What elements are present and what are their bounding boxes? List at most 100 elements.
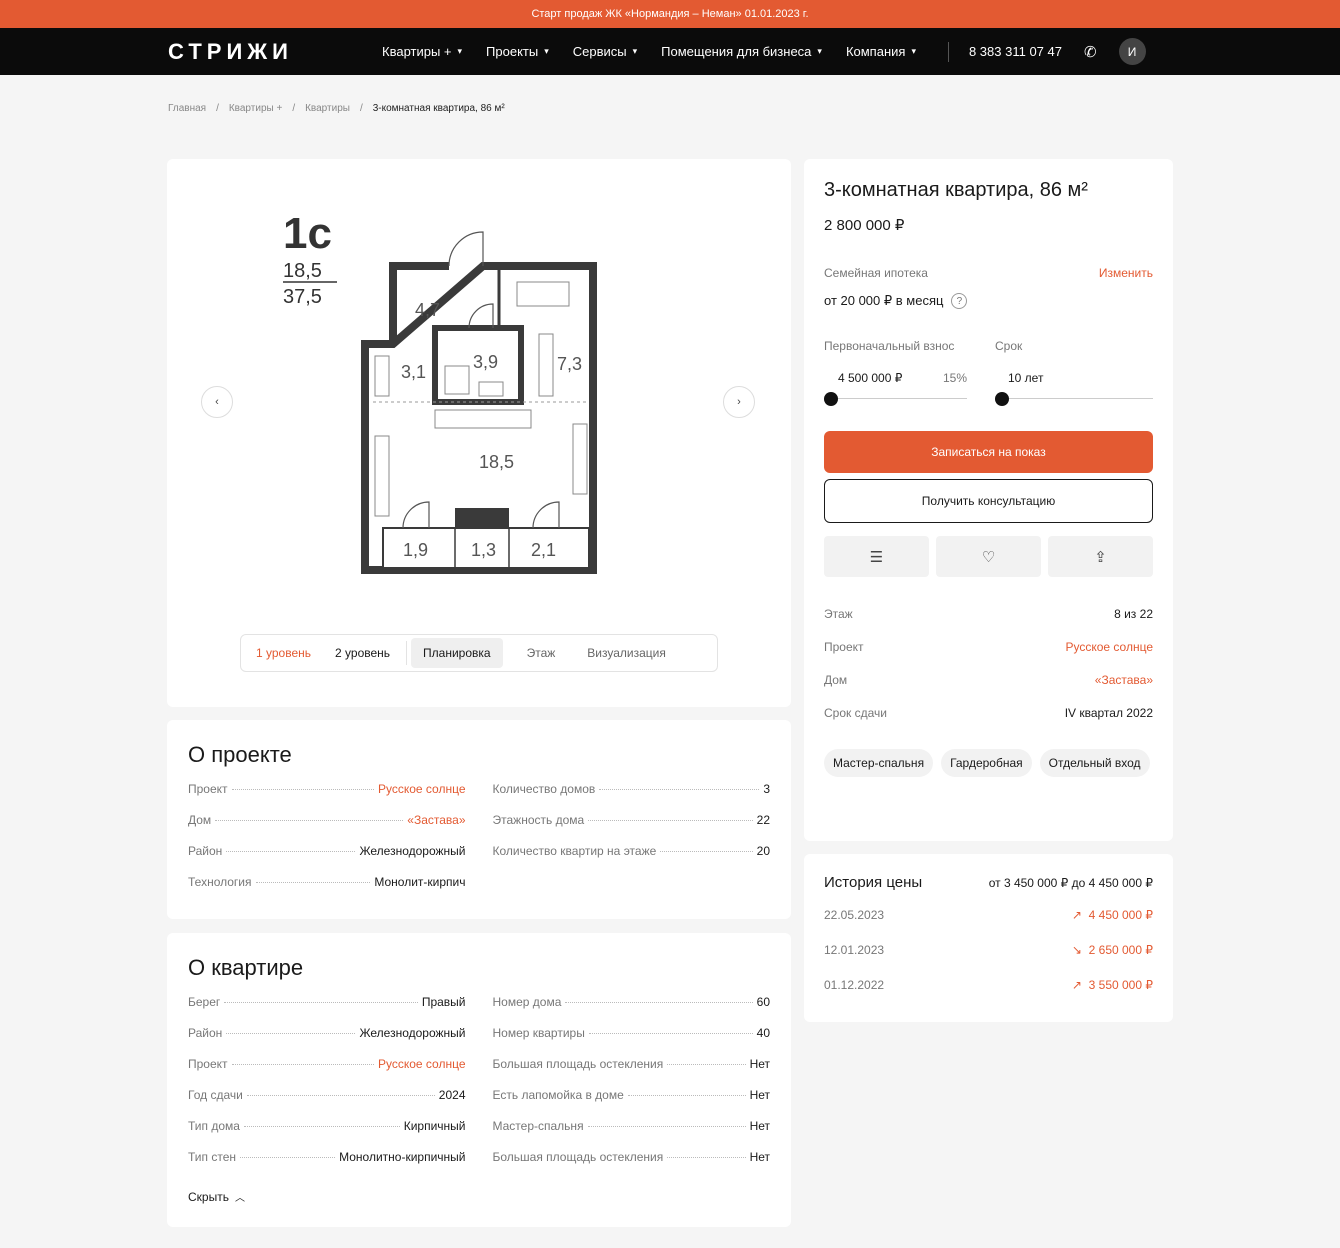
plan-area-total: 37,5 [283, 286, 322, 308]
tab-visualization[interactable]: Визуализация [575, 638, 678, 668]
detail-row: Проект Русское солнце [824, 639, 1153, 654]
menu-item-projects[interactable]: Проекты ▾ [486, 44, 549, 59]
tab-level-2[interactable]: 2 уровень [323, 638, 402, 668]
spec-row: Большая площадь остекления Нет [492, 1150, 771, 1164]
detail-row: Срок сдачи IV квартал 2022 [824, 705, 1153, 720]
flat-price: 2 800 000 ₽ [824, 217, 905, 234]
detail-row: Этаж 8 из 22 [824, 606, 1153, 621]
phone-number[interactable]: 8 383 311 07 47 [969, 44, 1062, 59]
chevron-down-icon: ▾ [632, 46, 638, 56]
tag: Гардеробная [941, 749, 1032, 777]
book-viewing-button[interactable]: Записаться на показ [824, 431, 1153, 473]
slider-handle[interactable] [824, 392, 838, 406]
nav-divider [947, 41, 949, 62]
arrow-up-icon: ↗ [1071, 907, 1082, 922]
room-label: 3,1 [401, 362, 426, 382]
phone-icon[interactable]: ✆ [1084, 43, 1097, 61]
room-label: 18,5 [479, 452, 514, 472]
spec-row: Номер дома 60 [492, 995, 771, 1009]
chevron-left-icon: ‹ [215, 396, 219, 408]
slider-handle[interactable] [995, 392, 1009, 406]
spec-row: Район Железнодорожный [188, 1026, 466, 1040]
heart-icon: ♡ [981, 548, 996, 566]
menu-item-company[interactable]: Компания ▾ [846, 44, 916, 59]
spec-row: Количество квартир на этаже 20 [492, 844, 771, 858]
menu-item-business[interactable]: Помещения для бизнеса ▾ [661, 44, 822, 59]
breadcrumb: Главная / Квартиры + / Квартиры/ 3-комнатн… [168, 103, 505, 114]
room-label: 7,3 [557, 354, 582, 374]
chevron-down-icon: ▾ [817, 46, 822, 56]
detail-row: Дом «Застава» [824, 672, 1153, 687]
tab-level-1[interactable]: 1 уровень [244, 638, 323, 668]
menu-item-services[interactable]: Сервисы ▾ [573, 44, 637, 59]
top-nav: СТРИЖИ Квартиры + ▾ Проекты ▾ Сервисы ▾ Пом… [0, 28, 1340, 75]
plan-tabs: 1 уровень 2 уровень Планировка Этаж Визу… [240, 634, 718, 672]
spec-row: Район Железнодорожный [188, 844, 466, 858]
room-label: 2,1 [531, 540, 556, 560]
avatar[interactable]: И [1118, 38, 1146, 65]
plan-card: ‹ › 1с 18,5 37,5 4,7 3,9 3,1 7,3 18,5 1,… [167, 159, 791, 707]
flat-title: 3-комнатная квартира, 86 м² [824, 179, 1088, 201]
about-project-title: О проекте [188, 742, 292, 767]
term-value: 10 лет [1008, 371, 1044, 385]
down-payment-label: Первоначальный взнос [824, 339, 955, 353]
chevron-down-icon: ▾ [544, 46, 549, 56]
next-button[interactable]: › [723, 386, 755, 418]
tag: Мастер-спальня [824, 749, 934, 777]
favorite-button[interactable]: ♡ [936, 536, 1041, 577]
mortgage-label: Семейная ипотека [824, 266, 928, 280]
term-slider[interactable] [995, 389, 1153, 409]
room-label: 1,9 [403, 540, 428, 560]
breadcrumb-flats[interactable]: Квартиры [305, 103, 350, 114]
history-row: 01.12.2022 ↗ 3 550 000 ₽ [824, 977, 1153, 992]
room-label: 4,7 [415, 300, 440, 320]
compare-button[interactable]: ☰ [824, 536, 929, 577]
history-row: 12.01.2023 ↘ 2 650 000 ₽ [824, 942, 1153, 957]
spec-row: Тип стен Монолитно-кирпичный [188, 1150, 466, 1164]
down-payment-slider[interactable] [824, 389, 967, 409]
menu-item-flats[interactable]: Квартиры + ▾ [382, 44, 462, 59]
arrow-up-icon: ↗ [1071, 977, 1082, 992]
arrow-down-icon: ↘ [1071, 942, 1082, 957]
down-payment-value: 4 500 000 ₽ [838, 371, 903, 385]
plan-type: 1с [283, 209, 332, 258]
tab-divider [406, 641, 408, 665]
prev-button[interactable]: ‹ [201, 386, 233, 418]
price-history-card: История цены от 3 450 000 ₽ до 4 450 000… [804, 854, 1173, 1022]
change-link[interactable]: Изменить [1099, 266, 1153, 280]
about-flat-title: О квартире [188, 955, 304, 980]
help-icon[interactable]: ? [951, 293, 968, 309]
chevron-right-icon: › [737, 396, 741, 408]
room-label: 3,9 [473, 352, 498, 372]
consultation-button[interactable]: Получить консультацию [824, 479, 1153, 523]
chevron-down-icon: ▾ [911, 46, 916, 56]
share-button[interactable]: ⇪ [1048, 536, 1153, 577]
floor-plan: 1с 18,5 37,5 4,7 3,9 3,1 7,3 18,5 1,9 1,… [283, 209, 597, 574]
spec-row: Берег Правый [188, 995, 466, 1009]
breadcrumb-home[interactable]: Главная [168, 103, 206, 114]
spec-row: Есть лапомойка в доме Нет [492, 1088, 771, 1102]
spec-row: Год сдачи 2024 [188, 1088, 466, 1102]
tag: Отдельный вход [1039, 749, 1150, 777]
price-history-range: от 3 450 000 ₽ до 4 450 000 ₽ [988, 875, 1153, 890]
history-row: 22.05.2023 ↗ 4 450 000 ₽ [824, 907, 1153, 922]
spec-row: Номер квартиры 40 [492, 1026, 771, 1040]
spec-row: Мастер-спальня Нет [492, 1119, 771, 1133]
breadcrumb-flats-plus[interactable]: Квартиры + [229, 103, 282, 114]
logo[interactable]: СТРИЖИ [168, 39, 382, 65]
chevron-down-icon: ▾ [457, 46, 463, 56]
spec-row: Технология Монолит-кирпич [188, 875, 466, 889]
room-label: 1,3 [471, 540, 496, 560]
tab-floor[interactable]: Этаж [515, 638, 568, 668]
breadcrumb-current: 3-комнатная квартира, 86 м² [372, 103, 505, 114]
spec-row: Проект Русское солнце [188, 782, 466, 796]
promo-banner[interactable]: Старт продаж ЖК «Нормандия – Неман» 01.0… [0, 0, 1340, 28]
tab-layout[interactable]: Планировка [411, 638, 503, 668]
hide-toggle[interactable]: Скрыть ︿ [188, 1189, 770, 1205]
about-flat-card: О квартире Берег Правый Район Железнодорож… [167, 933, 791, 1227]
main-menu: Квартиры + ▾ Проекты ▾ Сервисы ▾ Помещения … [382, 44, 940, 59]
spec-row: Проект Русское солнце [188, 1057, 466, 1071]
spec-row: Этажность дома 22 [492, 813, 771, 827]
plan-area-living: 18,5 [283, 260, 322, 282]
flat-details: Этаж 8 из 22 Проект Русское солнце Дом «Зас… [824, 597, 1153, 729]
